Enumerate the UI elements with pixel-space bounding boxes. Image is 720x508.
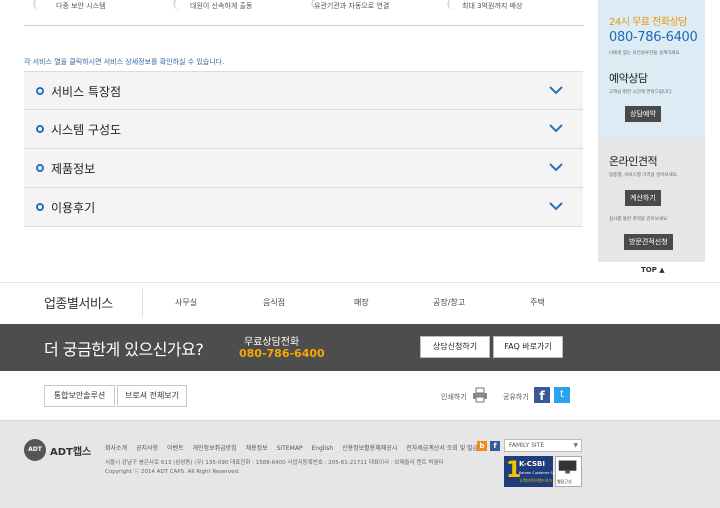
estimate-desc: 업종별, 서비스별 가격을 알아보세요. — [609, 173, 679, 178]
estimate-panel: 온라인견적 업종별, 서비스별 가격을 알아보세요. 계산하기 실사를 통한 견… — [598, 139, 705, 262]
kcsbi-title: K-CSBI — [519, 460, 545, 468]
kcsbi-award-badge: 1 K-CSBI Korean Customer Satisfaction 고객… — [504, 456, 571, 487]
top-link[interactable]: TOP ▲ — [641, 266, 665, 274]
estimate-title: 온라인견적 — [609, 155, 658, 168]
footer-address: 서울시 강남구 봉은사로 613 (삼성동) (우) 135-090 대표전화 … — [105, 460, 444, 466]
feature-text: 유관기관과 자동으로 연결 — [314, 2, 390, 10]
band-phone-label: 무료상담전화 — [244, 337, 300, 348]
utility-row: 통합보안솔루션 브로셔 전체보기 인쇄하기 공유하기 f t — [0, 371, 720, 420]
print-label[interactable]: 인쇄하기 — [441, 392, 467, 402]
chevron-down-icon — [549, 124, 563, 133]
share-label: 공유하기 — [503, 393, 529, 401]
accordion-item-features[interactable]: 서비스 특장점 — [24, 71, 583, 110]
feature-arc-decoration — [170, 0, 192, 10]
industry-title: 업종별서비스 — [44, 297, 113, 312]
bullet-icon — [36, 125, 44, 133]
industry-link-factory[interactable]: 공장/창고 — [433, 297, 465, 308]
family-site-label: FAMILY SITE — [509, 442, 545, 449]
twitter-icon[interactable]: t — [554, 387, 570, 403]
footer-link[interactable]: 채용정보 — [246, 445, 268, 452]
cert-label: 웹접근성 — [557, 479, 572, 484]
calculate-button[interactable]: 계산하기 — [625, 190, 661, 206]
footer-link[interactable]: 개인정보취급방침 — [193, 445, 237, 452]
feature-text: 대원이 신속하게 출동 — [190, 2, 253, 10]
facebook-icon[interactable]: f — [490, 441, 500, 451]
bullet-icon — [36, 203, 44, 211]
footer-link[interactable]: English — [311, 445, 333, 452]
visit-estimate-button[interactable]: 방문견적신청 — [624, 234, 673, 250]
industry-link-store[interactable]: 매장 — [354, 297, 369, 308]
kcsbi-tag: 고객만족브랜드지수 1위 — [519, 478, 560, 483]
feature-arc-decoration — [30, 0, 52, 10]
footer-links: 회사소개 공지사항 이벤트 개인정보취급방침 채용정보 SITEMAP Engl… — [105, 443, 485, 452]
accordion-label: 이용후기 — [51, 201, 96, 215]
accordion-label: 시스템 구성도 — [51, 123, 122, 137]
visit-desc: 실사를 통한 견적을 받아보세요. — [609, 217, 669, 222]
industry-link-house[interactable]: 주택 — [530, 297, 545, 308]
footer-link[interactable]: 회사소개 — [105, 445, 127, 452]
printer-icon[interactable] — [472, 387, 488, 403]
blog-icon[interactable]: b — [477, 441, 487, 451]
reserve-button[interactable]: 상담예약 — [625, 106, 661, 122]
chevron-down-icon: ▼ — [573, 442, 578, 449]
feature-strip: 다중 보안 시스템 대원이 신속하게 출동 유관기관과 자동으로 연결 최대 3… — [24, 0, 584, 26]
consult-request-button[interactable]: 상담신청하기 — [420, 336, 490, 358]
facebook-icon[interactable]: f — [534, 387, 550, 403]
industry-link-office[interactable]: 사무실 — [175, 297, 197, 308]
family-site-select[interactable]: FAMILY SITE ▼ — [504, 439, 582, 452]
reserve-desc: 고객님 편한 시간에 연락드립니다. — [609, 90, 673, 95]
chevron-down-icon — [549, 86, 563, 95]
band-phone: 080-786-6400 — [239, 347, 325, 360]
consult-title: 24시 무료 전화상담 — [609, 17, 687, 28]
bullet-icon — [36, 87, 44, 95]
accordion-hint: 각 서비스 열을 클릭하시면 서비스 상세정보를 확인하실 수 있습니다. — [24, 58, 225, 66]
footer-link[interactable]: 신용정보활용체제공시 — [342, 445, 397, 452]
brochure-button[interactable]: 브로셔 전체보기 — [117, 385, 187, 407]
chevron-down-icon — [549, 202, 563, 211]
bullet-icon — [36, 164, 44, 172]
security-solution-button[interactable]: 통합보안솔루션 — [44, 385, 115, 407]
industry-link-restaurant[interactable]: 음식점 — [263, 297, 285, 308]
footer-link[interactable]: 이벤트 — [167, 445, 184, 452]
footer-link[interactable]: 전자세금계산서 조회 및 발급 — [406, 445, 478, 452]
footer-copyright: Copyright ⓒ 2014 ADT CAPS. All Right Res… — [105, 469, 240, 475]
accordion-item-products[interactable]: 제품정보 — [24, 149, 583, 188]
accordion-label: 제품정보 — [51, 162, 96, 176]
adt-logo-icon: ADT — [24, 439, 46, 461]
consult-desc: 나에게 맞는 보안솔루션을 설계하세요 — [609, 51, 680, 56]
accordion-label: 서비스 특장점 — [51, 85, 122, 99]
feature-text: 다중 보안 시스템 — [56, 2, 106, 10]
band-title: 더 궁금한게 있으신가요? — [44, 340, 204, 359]
industry-services: 업종별서비스 사무실 음식점 매장 공장/창고 주택 — [0, 282, 720, 324]
accessibility-cert-badge: 웹접근성 — [555, 456, 582, 487]
feature-text: 최대 3억원까지 배상 — [462, 2, 523, 10]
consult-phone: 080-786-6400 — [609, 30, 698, 45]
divider — [142, 289, 143, 317]
footer-link[interactable]: SITEMAP — [277, 445, 303, 452]
monitor-icon — [558, 460, 577, 474]
quick-sidebar: 24시 무료 전화상담 080-786-6400 나에게 맞는 보안솔루션을 설… — [598, 0, 705, 262]
footer-logo: ADT캡스 — [50, 447, 92, 458]
contact-band: 더 궁금한게 있으신가요? 무료상담전화 080-786-6400 상담신청하기… — [0, 324, 720, 371]
accordion-item-system[interactable]: 시스템 구성도 — [24, 110, 583, 149]
footer-link[interactable]: 공지사항 — [136, 445, 158, 452]
service-accordion: 서비스 특장점 시스템 구성도 제품정보 이용후기 — [24, 71, 583, 227]
site-footer: ADT ADT캡스 회사소개 공지사항 이벤트 개인정보취급방침 채용정보 SI… — [0, 420, 720, 508]
chevron-down-icon — [549, 163, 563, 172]
faq-button[interactable]: FAQ 바로가기 — [493, 336, 563, 358]
accordion-item-reviews[interactable]: 이용후기 — [24, 188, 583, 227]
reserve-title: 예약상담 — [609, 72, 648, 85]
